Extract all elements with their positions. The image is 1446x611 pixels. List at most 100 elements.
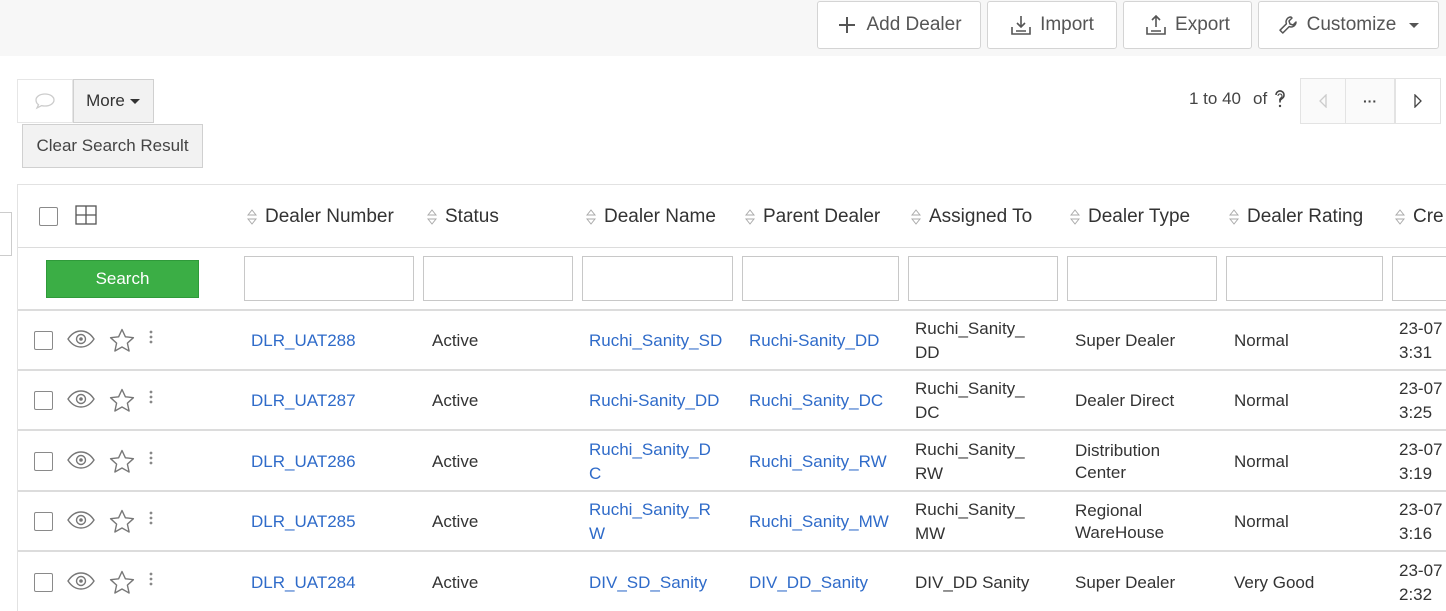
kebab-icon[interactable]: [149, 390, 153, 404]
prev-icon: [1319, 94, 1327, 108]
sort-icon: [1070, 208, 1080, 225]
cell-parent-dealer[interactable]: Ruchi_Sanity_DC: [749, 371, 894, 431]
cell-parent-dealer[interactable]: Ruchi-Sanity_DD: [749, 311, 894, 371]
filter-status-input[interactable]: [423, 256, 573, 301]
col-parent-dealer[interactable]: Parent Dealer: [745, 185, 880, 248]
filter-dealer-name-input[interactable]: [582, 256, 733, 301]
col-status[interactable]: Status: [427, 185, 499, 248]
dealer-rating-text: Normal: [1234, 391, 1289, 410]
filter-assigned-to-input[interactable]: [908, 256, 1058, 301]
star-icon[interactable]: [109, 388, 135, 413]
cell-dealer-name[interactable]: Ruchi_Sanity_SD: [589, 311, 723, 371]
cell-dealer-name[interactable]: DIV_SD_Sanity: [589, 553, 723, 611]
cell-dealer-number[interactable]: DLR_UAT284: [251, 553, 411, 611]
col-created[interactable]: Cre: [1395, 185, 1444, 248]
col-dealer-rating[interactable]: Dealer Rating: [1229, 185, 1363, 248]
export-button[interactable]: Export: [1123, 1, 1252, 49]
col-dealer-number[interactable]: Dealer Number: [247, 185, 394, 248]
kebab-icon[interactable]: [149, 451, 153, 465]
col-label: Cre: [1413, 205, 1444, 227]
table-row: DLR_UAT288 Active Ruchi_Sanity_SD Ruchi-…: [18, 311, 1446, 371]
cell-dealer-number[interactable]: DLR_UAT285: [251, 492, 411, 552]
customize-button[interactable]: Customize: [1258, 1, 1439, 49]
filter-dealer-number-input[interactable]: [244, 256, 414, 301]
star-icon[interactable]: [109, 328, 135, 353]
status-text: Active: [432, 391, 479, 410]
cell-dealer-number[interactable]: DLR_UAT288: [251, 311, 411, 371]
cell-parent-dealer[interactable]: Ruchi_Sanity_RW: [749, 432, 894, 492]
eye-icon[interactable]: [67, 451, 95, 469]
dealer-name-link[interactable]: Ruchi_Sanity_SD: [589, 329, 722, 353]
select-all-checkbox[interactable]: [39, 207, 58, 226]
col-label: Status: [445, 205, 499, 227]
parent-dealer-link[interactable]: Ruchi_Sanity_MW: [749, 510, 889, 534]
col-dealer-name[interactable]: Dealer Name: [586, 185, 716, 248]
row-checkbox[interactable]: [34, 391, 53, 410]
cell-parent-dealer[interactable]: Ruchi_Sanity_MW: [749, 492, 894, 552]
dealer-type-text: Super Dealer: [1075, 331, 1176, 350]
filter-dealer-rating-input[interactable]: [1226, 256, 1383, 301]
eye-icon[interactable]: [67, 390, 95, 408]
star-icon[interactable]: [109, 509, 135, 534]
kebab-icon[interactable]: [149, 572, 153, 586]
row-checkbox[interactable]: [34, 452, 53, 471]
cell-dealer-name[interactable]: Ruchi_Sanity_RW: [589, 492, 723, 552]
import-button[interactable]: Import: [987, 1, 1117, 49]
wrench-icon: [1278, 16, 1297, 34]
kebab-icon[interactable]: [149, 511, 153, 525]
parent-dealer-link[interactable]: Ruchi-Sanity_DD: [749, 329, 879, 353]
next-page-button[interactable]: [1395, 78, 1441, 124]
parent-dealer-link[interactable]: Ruchi_Sanity_DC: [749, 389, 883, 413]
cell-parent-dealer[interactable]: DIV_DD_Sanity: [749, 553, 894, 611]
help-icon[interactable]: [1273, 89, 1287, 109]
dealer-name-link[interactable]: Ruchi-Sanity_DD: [589, 389, 719, 413]
more-dropdown[interactable]: More: [73, 79, 154, 123]
status-text: Active: [432, 512, 479, 531]
created-text: 23-07 3:19: [1399, 440, 1443, 483]
clear-search-button[interactable]: Clear Search Result: [22, 124, 203, 168]
row-checkbox[interactable]: [34, 573, 53, 592]
prev-page-button[interactable]: [1300, 78, 1346, 124]
status-text: Active: [432, 452, 479, 471]
dealer-rating-text: Normal: [1234, 452, 1289, 471]
col-dealer-type[interactable]: Dealer Type: [1070, 185, 1190, 248]
col-label: Dealer Rating: [1247, 205, 1364, 227]
col-assigned-to[interactable]: Assigned To: [911, 185, 1032, 248]
dealer-number-link[interactable]: DLR_UAT287: [251, 389, 356, 413]
dealer-number-link[interactable]: DLR_UAT286: [251, 450, 356, 474]
parent-dealer-link[interactable]: Ruchi_Sanity_RW: [749, 450, 887, 474]
dealer-name-link[interactable]: Ruchi_Sanity_RW: [589, 498, 723, 546]
column-grid-icon[interactable]: [75, 205, 97, 225]
customize-label: Customize: [1306, 14, 1397, 35]
chat-bubble-icon: [35, 93, 55, 110]
parent-dealer-link[interactable]: DIV_DD_Sanity: [749, 571, 868, 595]
created-text: 23-07 3:16: [1399, 500, 1443, 543]
cell-dealer-number[interactable]: DLR_UAT286: [251, 432, 411, 492]
page-jump-button[interactable]: ···: [1345, 78, 1395, 124]
dealer-number-link[interactable]: DLR_UAT285: [251, 510, 356, 534]
filter-parent-dealer-input[interactable]: [742, 256, 899, 301]
eye-icon[interactable]: [67, 330, 95, 348]
cell-dealer-number[interactable]: DLR_UAT287: [251, 371, 411, 431]
cell-dealer-name[interactable]: Ruchi_Sanity_DC: [589, 432, 723, 492]
search-button[interactable]: Search: [46, 260, 199, 298]
dealer-number-link[interactable]: DLR_UAT284: [251, 571, 356, 595]
dealer-name-link[interactable]: DIV_SD_Sanity: [589, 571, 707, 595]
eye-icon[interactable]: [67, 572, 95, 590]
dealer-number-link[interactable]: DLR_UAT288: [251, 329, 356, 353]
row-checkbox[interactable]: [34, 512, 53, 531]
filter-created-input[interactable]: [1392, 256, 1446, 301]
star-icon[interactable]: [109, 570, 135, 595]
cell-dealer-name[interactable]: Ruchi-Sanity_DD: [589, 371, 723, 431]
row-checkbox[interactable]: [34, 331, 53, 350]
assigned-to-text: Ruchi_Sanity_DD: [915, 319, 1025, 362]
cell-dealer-rating: Normal: [1234, 432, 1374, 492]
filter-dealer-type-input[interactable]: [1067, 256, 1217, 301]
sidebar-toggle[interactable]: [0, 212, 12, 256]
star-icon[interactable]: [109, 449, 135, 474]
kebab-icon[interactable]: [149, 330, 153, 344]
dealer-name-link[interactable]: Ruchi_Sanity_DC: [589, 438, 723, 486]
chat-button[interactable]: [17, 79, 73, 123]
add-dealer-button[interactable]: Add Dealer: [817, 1, 981, 49]
eye-icon[interactable]: [67, 511, 95, 529]
